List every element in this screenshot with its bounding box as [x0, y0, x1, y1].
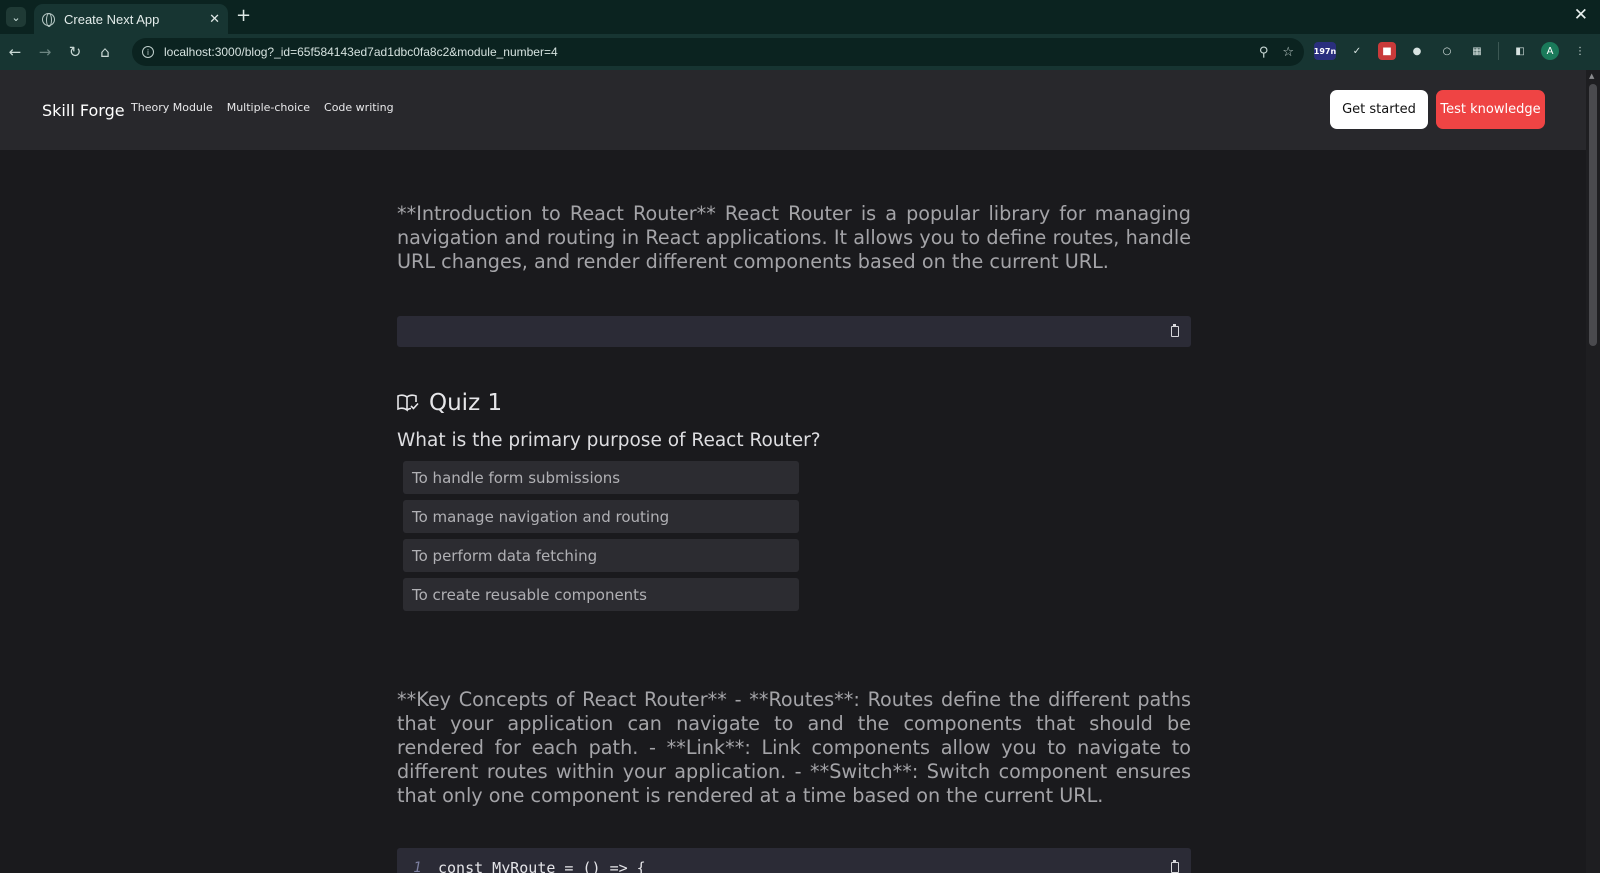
browser-toolbar: ← → ↻ ⌂ i localhost:3000/blog?_id=65f584…: [0, 34, 1600, 70]
quiz-section: Quiz 1 What is the primary purpose of Re…: [397, 390, 1191, 617]
back-arrow-icon[interactable]: ←: [0, 43, 30, 61]
quiz-option-2[interactable]: To manage navigation and routing: [403, 500, 799, 533]
code-snippet: 1 const MyRoute = () => {: [397, 848, 1191, 873]
quiz-heading: Quiz 1: [397, 390, 1191, 416]
brand-logo-text[interactable]: Skill Forge: [42, 101, 125, 120]
check-circle-extension-icon[interactable]: ✓: [1348, 42, 1366, 60]
zoom-magnifier-icon[interactable]: ⚲: [1259, 45, 1269, 60]
intro-paragraph: **Introduction to React Router** React R…: [397, 202, 1191, 273]
browser-tab[interactable]: Create Next App ✕: [34, 4, 228, 34]
new-tab-plus-icon[interactable]: +: [236, 5, 251, 26]
home-icon[interactable]: ⌂: [90, 43, 120, 61]
tab-title: Create Next App: [64, 11, 160, 27]
nav-code-writing[interactable]: Code writing: [324, 101, 394, 114]
browser-tab-bar: ⌄ Create Next App ✕ + ✕: [0, 0, 1600, 34]
page-scrollbar[interactable]: ▲: [1586, 70, 1600, 873]
quiz-options: To handle form submissions To manage nav…: [403, 461, 799, 611]
eyedropper-extension-icon[interactable]: ●: [1408, 42, 1426, 60]
address-bar[interactable]: i localhost:3000/blog?_id=65f584143ed7ad…: [132, 38, 1304, 66]
code-line: const MyRoute = () => {: [438, 859, 646, 873]
reload-icon[interactable]: ↻: [60, 43, 90, 61]
book-check-icon: [397, 393, 419, 412]
window-close-icon[interactable]: ✕: [1574, 5, 1588, 25]
clipboard-copy-icon[interactable]: [1171, 324, 1179, 337]
scroll-up-arrow-icon[interactable]: ▲: [1589, 72, 1594, 80]
intro-paragraph-container: **Introduction to React Router** React R…: [397, 202, 1191, 274]
tab-search-chevron-icon[interactable]: ⌄: [6, 7, 26, 27]
code-block-bar: [397, 316, 1191, 347]
get-started-button[interactable]: Get started: [1330, 90, 1428, 129]
red-extension-icon[interactable]: ■: [1378, 42, 1396, 60]
clipboard-copy-icon[interactable]: [1171, 860, 1179, 873]
concepts-paragraph: **Key Concepts of React Router** - **Rou…: [397, 688, 1191, 807]
page-viewport: Skill Forge Theory Module Multiple-choic…: [0, 70, 1586, 873]
empty-code-block: [397, 316, 1191, 347]
extensions-area: 197n ✓ ■ ● ○ ▦ ◧ A ⋮: [1314, 42, 1589, 60]
site-nav: Theory Module Multiple-choice Code writi…: [131, 101, 394, 114]
quiz-option-4[interactable]: To create reusable components: [403, 578, 799, 611]
tab-close-icon[interactable]: ✕: [209, 12, 220, 27]
concepts-paragraph-container: **Key Concepts of React Router** - **Rou…: [397, 688, 1191, 808]
globe-icon: [42, 12, 55, 27]
hand-extension-icon[interactable]: ○: [1438, 42, 1456, 60]
quiz-option-3[interactable]: To perform data fetching: [403, 539, 799, 572]
quiz-question: What is the primary purpose of React Rou…: [397, 430, 821, 451]
extension-counter-icon[interactable]: 197n: [1314, 42, 1336, 60]
scrollbar-thumb[interactable]: [1589, 84, 1597, 346]
more-menu-icon[interactable]: ⋮: [1571, 42, 1589, 60]
forward-arrow-icon[interactable]: →: [30, 43, 60, 61]
url-text[interactable]: localhost:3000/blog?_id=65f584143ed7ad1d…: [164, 45, 1245, 59]
profile-avatar[interactable]: A: [1541, 42, 1559, 60]
code-block: 1 const MyRoute = () => {: [397, 848, 1191, 873]
quiz-title: Quiz 1: [429, 390, 503, 416]
test-knowledge-button[interactable]: Test knowledge: [1436, 90, 1545, 129]
site-header: Skill Forge Theory Module Multiple-choic…: [0, 70, 1586, 150]
nav-multiple-choice[interactable]: Multiple-choice: [227, 101, 310, 114]
site-info-icon[interactable]: i: [142, 46, 154, 58]
quiz-option-1[interactable]: To handle form submissions: [403, 461, 799, 494]
puzzle-extensions-icon[interactable]: ▦: [1468, 42, 1486, 60]
bookmark-star-icon[interactable]: ☆: [1282, 45, 1294, 60]
toolbar-separator: [1498, 42, 1499, 60]
line-number: 1: [413, 860, 422, 873]
side-panel-icon[interactable]: ◧: [1511, 42, 1529, 60]
nav-theory-module[interactable]: Theory Module: [131, 101, 213, 114]
